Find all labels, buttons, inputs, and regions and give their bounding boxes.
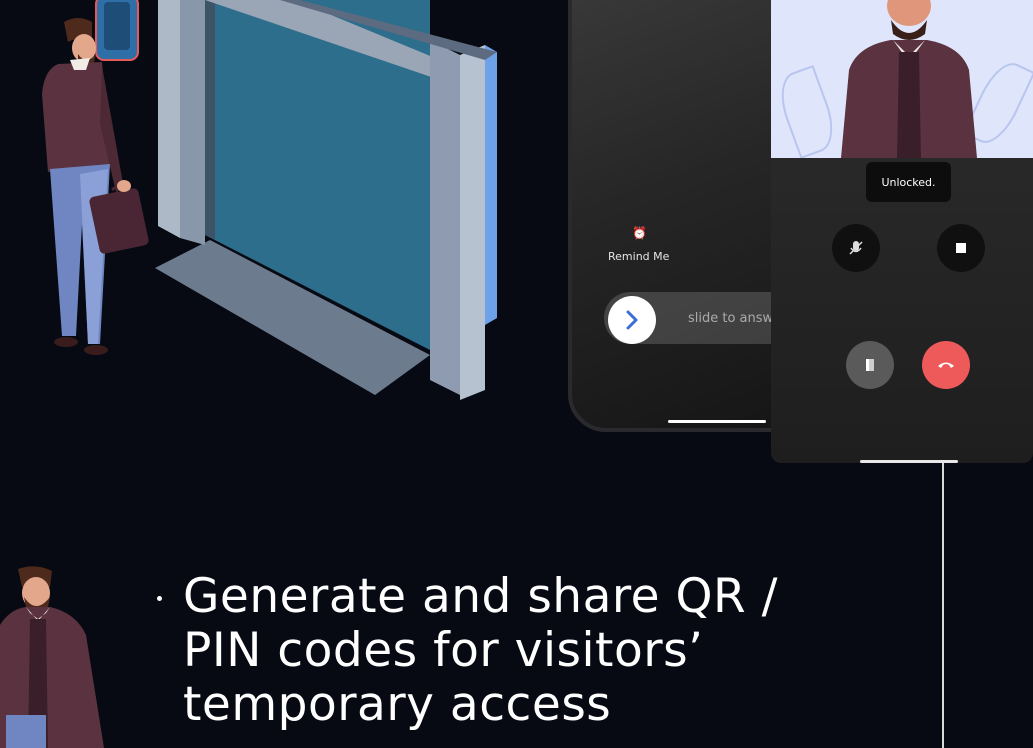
feature-description: Generate and share QR / PIN codes for vi… (183, 570, 883, 732)
stop-icon (956, 243, 966, 253)
home-indicator (668, 420, 766, 423)
hang-up-button[interactable] (922, 341, 970, 389)
feature-line-3: temporary access (183, 677, 612, 732)
connector-line (942, 463, 944, 748)
unlock-door-button[interactable] (846, 341, 894, 389)
mute-button[interactable] (832, 224, 880, 272)
alarm-clock-icon[interactable]: ⏰ (632, 226, 647, 240)
visitor-video-feed (771, 0, 1033, 158)
slide-to-answer-label: slide to answ (688, 311, 774, 326)
feature-line-1: Generate and share QR / (183, 569, 778, 624)
door-frame-right (430, 40, 460, 395)
visitor-video-person (841, 0, 977, 158)
slide-to-answer-knob[interactable] (608, 296, 656, 344)
remind-me-label[interactable]: Remind Me (608, 250, 669, 263)
mute-mic-icon (849, 241, 863, 255)
chevron-right-icon (626, 310, 638, 330)
bullet-point (157, 596, 162, 601)
call-screen-phone: Unlocked. (771, 0, 1033, 463)
hang-up-icon (938, 362, 954, 368)
door-frame-left (158, 0, 180, 238)
door-icon (866, 359, 874, 371)
unlocked-toast: Unlocked. (866, 162, 951, 202)
resident-illustration (0, 566, 104, 748)
feature-line-2: PIN codes for visitors’ (183, 623, 704, 678)
visitor-illustration (42, 18, 149, 355)
stop-button[interactable] (937, 224, 985, 272)
